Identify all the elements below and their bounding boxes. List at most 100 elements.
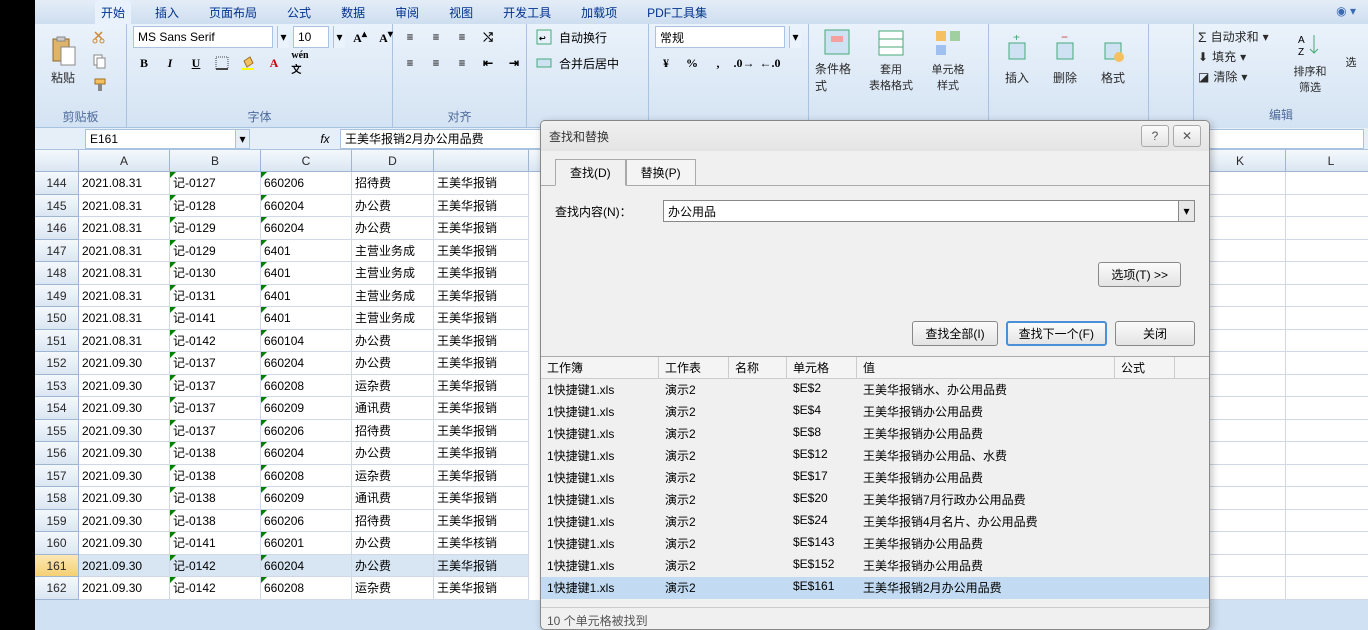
cell[interactable]: 记-0131 bbox=[170, 285, 261, 308]
cell[interactable]: 记-0129 bbox=[170, 217, 261, 240]
close-button[interactable]: 关闭 bbox=[1115, 321, 1195, 346]
ribbon-tab[interactable]: 插入 bbox=[149, 0, 185, 25]
cut-button[interactable] bbox=[89, 26, 111, 48]
cell[interactable]: 王美华报销 bbox=[434, 375, 529, 398]
col-header-d[interactable]: D bbox=[352, 150, 434, 171]
ribbon-tab[interactable]: 页面布局 bbox=[203, 0, 263, 25]
cell[interactable] bbox=[1286, 375, 1368, 398]
cell[interactable]: 记-0141 bbox=[170, 532, 261, 555]
align-middle-button[interactable]: ≡ bbox=[425, 26, 447, 48]
select-all-button[interactable] bbox=[35, 150, 79, 171]
cell[interactable] bbox=[1286, 577, 1368, 600]
cell[interactable] bbox=[1286, 487, 1368, 510]
cell[interactable]: 办公费 bbox=[352, 442, 434, 465]
autosum-button[interactable]: Σ自动求和 ▾ bbox=[1198, 28, 1282, 45]
cell[interactable]: 2021.08.31 bbox=[79, 330, 170, 353]
cell[interactable]: 记-0130 bbox=[170, 262, 261, 285]
cell[interactable]: 660209 bbox=[261, 487, 352, 510]
res-h-name[interactable]: 名称 bbox=[729, 357, 787, 378]
result-row[interactable]: 1快捷键1.xls演示2$E$161王美华报销2月办公用品费 bbox=[541, 577, 1209, 599]
cell[interactable]: 2021.09.30 bbox=[79, 510, 170, 533]
fill-color-button[interactable] bbox=[237, 52, 259, 74]
row-header[interactable]: 158 bbox=[35, 487, 79, 510]
cell[interactable]: 王美华报销 bbox=[434, 442, 529, 465]
cell[interactable]: 6401 bbox=[261, 285, 352, 308]
currency-button[interactable]: ¥ bbox=[655, 52, 677, 74]
cell[interactable] bbox=[1286, 555, 1368, 578]
row-header[interactable]: 146 bbox=[35, 217, 79, 240]
row-header[interactable]: 153 bbox=[35, 375, 79, 398]
cell[interactable]: 2021.09.30 bbox=[79, 465, 170, 488]
cell[interactable]: 王美华报销 bbox=[434, 510, 529, 533]
row-header[interactable]: 157 bbox=[35, 465, 79, 488]
cell[interactable]: 招待费 bbox=[352, 172, 434, 195]
number-format-combo[interactable]: 常规 bbox=[655, 26, 785, 48]
ribbon-tab[interactable]: 开始 bbox=[95, 0, 131, 25]
cell[interactable]: 办公费 bbox=[352, 195, 434, 218]
row-header[interactable]: 152 bbox=[35, 352, 79, 375]
result-row[interactable]: 1快捷键1.xls演示2$E$143王美华报销办公用品费 bbox=[541, 533, 1209, 555]
cell[interactable]: 660204 bbox=[261, 442, 352, 465]
col-header-e[interactable] bbox=[434, 150, 529, 171]
cell[interactable]: 660208 bbox=[261, 465, 352, 488]
bold-button[interactable]: B bbox=[133, 52, 155, 74]
insert-cells-button[interactable]: +插入 bbox=[995, 26, 1039, 94]
cell[interactable]: 通讯费 bbox=[352, 397, 434, 420]
row-header[interactable]: 156 bbox=[35, 442, 79, 465]
cell[interactable] bbox=[1286, 217, 1368, 240]
cell[interactable]: 2021.08.31 bbox=[79, 195, 170, 218]
cell[interactable]: 660206 bbox=[261, 510, 352, 533]
cell[interactable]: 王美华报销 bbox=[434, 352, 529, 375]
merge-icon-button[interactable] bbox=[533, 52, 555, 74]
cell[interactable]: 记-0138 bbox=[170, 465, 261, 488]
cell[interactable] bbox=[1286, 510, 1368, 533]
col-header-l[interactable]: L bbox=[1286, 150, 1368, 171]
cell[interactable]: 2021.09.30 bbox=[79, 352, 170, 375]
row-header[interactable]: 159 bbox=[35, 510, 79, 533]
cell[interactable] bbox=[1286, 262, 1368, 285]
help-icon[interactable]: ◉ ▾ bbox=[1336, 4, 1356, 18]
cell[interactable]: 办公费 bbox=[352, 555, 434, 578]
result-row[interactable]: 1快捷键1.xls演示2$E$12王美华报销办公用品、水费 bbox=[541, 445, 1209, 467]
indent-dec-button[interactable]: ⇤ bbox=[477, 52, 499, 74]
dialog-close-button[interactable]: ✕ bbox=[1173, 125, 1201, 147]
cell[interactable]: 通讯费 bbox=[352, 487, 434, 510]
percent-button[interactable]: % bbox=[681, 52, 703, 74]
cell[interactable]: 记-0138 bbox=[170, 442, 261, 465]
cell[interactable]: 主营业务成 bbox=[352, 307, 434, 330]
font-size-combo[interactable]: 10 bbox=[293, 26, 329, 48]
dialog-title-bar[interactable]: 查找和替换 ? ✕ bbox=[541, 121, 1209, 151]
find-select-button[interactable]: 选 bbox=[1338, 28, 1364, 96]
italic-button[interactable]: I bbox=[159, 52, 181, 74]
format-cells-button[interactable]: 格式 bbox=[1091, 26, 1135, 94]
delete-cells-button[interactable]: −删除 bbox=[1043, 26, 1087, 94]
row-header[interactable]: 154 bbox=[35, 397, 79, 420]
cell[interactable]: 2021.09.30 bbox=[79, 442, 170, 465]
cell[interactable]: 王美华报销 bbox=[434, 487, 529, 510]
cell[interactable]: 660204 bbox=[261, 195, 352, 218]
cell[interactable]: 2021.09.30 bbox=[79, 375, 170, 398]
cell[interactable]: 王美华报销 bbox=[434, 555, 529, 578]
clear-button[interactable]: ◪清除 ▾ bbox=[1198, 68, 1282, 85]
cell[interactable]: 660104 bbox=[261, 330, 352, 353]
cell[interactable]: 王美华报销 bbox=[434, 577, 529, 600]
cell[interactable] bbox=[1286, 285, 1368, 308]
cell[interactable]: 记-0137 bbox=[170, 352, 261, 375]
row-header[interactable]: 150 bbox=[35, 307, 79, 330]
res-h-formula[interactable]: 公式 bbox=[1115, 357, 1175, 378]
col-header-a[interactable]: A bbox=[79, 150, 170, 171]
cell[interactable] bbox=[1286, 240, 1368, 263]
align-right-button[interactable]: ≡ bbox=[451, 52, 473, 74]
row-header[interactable]: 155 bbox=[35, 420, 79, 443]
row-header[interactable]: 145 bbox=[35, 195, 79, 218]
dialog-help-button[interactable]: ? bbox=[1141, 125, 1169, 147]
cell[interactable] bbox=[1286, 172, 1368, 195]
cell[interactable]: 660209 bbox=[261, 397, 352, 420]
cell[interactable]: 王美华核销 bbox=[434, 532, 529, 555]
cell[interactable]: 记-0138 bbox=[170, 487, 261, 510]
row-header[interactable]: 160 bbox=[35, 532, 79, 555]
cell[interactable]: 主营业务成 bbox=[352, 240, 434, 263]
cell[interactable]: 660206 bbox=[261, 420, 352, 443]
res-h-worksheet[interactable]: 工作表 bbox=[659, 357, 729, 378]
result-row[interactable]: 1快捷键1.xls演示2$E$24王美华报销4月名片、办公用品费 bbox=[541, 511, 1209, 533]
